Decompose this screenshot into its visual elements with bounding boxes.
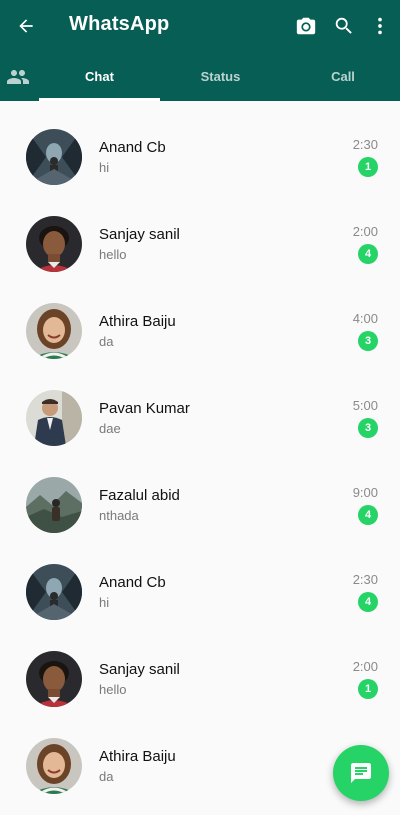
avatar[interactable] [26,564,82,620]
unread-badge: 1 [358,679,378,699]
chat-time: 5:00 [352,398,378,413]
chat-last-message: da [99,334,114,349]
avatar-landscape [26,477,82,533]
chat-name: Athira Baiju [99,748,176,765]
camera-button[interactable] [294,14,318,38]
more-vert-icon [378,17,382,35]
chat-row[interactable]: Athira Baiju da 4:00 3 [0,275,400,362]
top-bar: WhatsApp [0,0,400,52]
people-icon [7,70,29,84]
chat-time: 4:00 [352,311,378,326]
chat-name: Anand Cb [99,139,166,156]
chat-time: 9:00 [352,485,378,500]
chat-name: Anand Cb [99,574,166,591]
avatar[interactable] [26,651,82,707]
chat-last-message: dae [99,421,121,436]
chat-time: 2:30 [352,572,378,587]
back-button[interactable] [14,14,38,38]
chat-last-message: hi [99,160,110,175]
chat-time: 2:00 [352,659,378,674]
avatar[interactable] [26,477,82,533]
chat-row[interactable]: Fazalul abid nthada 9:00 4 [0,449,400,536]
avatar[interactable] [26,390,82,446]
avatar-man-curly [26,651,82,707]
chat-name: Athira Baiju [99,313,176,330]
avatar[interactable] [26,129,82,185]
chat-name: Pavan Kumar [99,400,190,417]
avatar-woman-smile [26,303,82,359]
chat-row[interactable]: Pavan Kumar dae 5:00 3 [0,362,400,449]
avatar[interactable] [26,216,82,272]
tab-call[interactable]: Call [281,52,400,101]
chat-time: 2:30 [352,137,378,152]
chat-row[interactable]: Anand Cb hi 2:30 4 [0,536,400,623]
avatar-tunnel [26,129,82,185]
chat-last-message: nthada [99,508,139,523]
unread-badge: 3 [358,418,378,438]
avatar[interactable] [26,738,82,794]
avatar-man-suit [26,390,82,446]
search-icon [335,17,352,34]
avatar[interactable] [26,303,82,359]
unread-badge: 1 [358,157,378,177]
chat-name: Sanjay sanil [99,226,180,243]
search-button[interactable] [332,14,356,38]
chat-name: Sanjay sanil [99,661,180,678]
chat-time: 2:00 [352,224,378,239]
more-options-button[interactable] [368,14,392,38]
tab-status[interactable]: Status [160,52,281,101]
avatar-tunnel [26,564,82,620]
new-chat-icon [351,763,371,783]
app-title: WhatsApp [69,13,170,35]
avatar-man-curly [26,216,82,272]
chat-row[interactable]: Sanjay sanil hello 2:00 4 [0,188,400,275]
chat-row[interactable]: Anand Cb hi 2:30 1 [0,101,400,188]
tab-community[interactable] [6,65,30,89]
chat-last-message: da [99,769,114,784]
chat-last-message: hi [99,595,110,610]
chat-row[interactable]: Sanjay sanil hello 2:00 1 [0,623,400,710]
new-chat-fab[interactable] [333,745,389,801]
unread-badge: 3 [358,331,378,351]
chat-last-message: hello [99,682,127,697]
tab-bar: Chat Status Call [0,52,400,101]
camera-icon [296,17,316,35]
chat-last-message: hello [99,247,127,262]
unread-badge: 4 [358,592,378,612]
avatar-woman-smile [26,738,82,794]
arrow-back-icon [19,19,33,33]
app-bar: WhatsApp Chat Status Call [0,0,400,101]
tab-chat[interactable]: Chat [39,52,160,101]
unread-badge: 4 [358,244,378,264]
chat-name: Fazalul abid [99,487,180,504]
unread-badge: 4 [358,505,378,525]
